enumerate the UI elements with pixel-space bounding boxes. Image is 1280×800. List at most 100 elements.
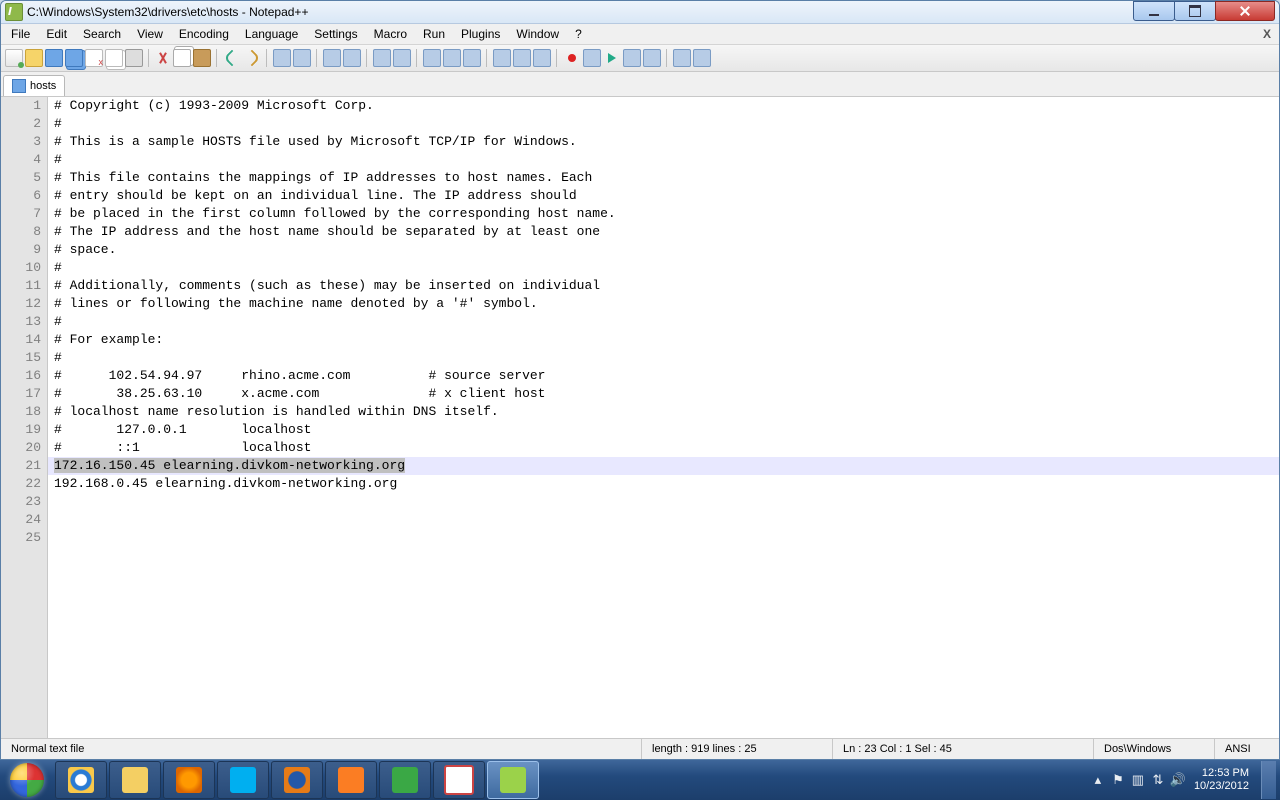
menu-run[interactable]: Run (415, 25, 453, 43)
save-button[interactable] (45, 49, 63, 67)
statusbar: Normal text file length : 919 lines : 25… (1, 738, 1279, 759)
action-center-icon[interactable]: ⚑ (1110, 772, 1126, 788)
notepadpp-icon (500, 767, 526, 793)
toolbar-sep (266, 49, 268, 67)
close-button[interactable] (1215, 1, 1275, 21)
ie-icon (68, 767, 94, 793)
cut-button[interactable] (155, 50, 171, 66)
status-position: Ln : 23 Col : 1 Sel : 45 (832, 739, 1093, 759)
titlebar[interactable]: C:\Windows\System32\drivers\etc\hosts - … (1, 1, 1279, 24)
status-encoding: ANSI (1214, 739, 1280, 759)
indent-guide-button[interactable] (463, 49, 481, 67)
sync-h-button[interactable] (393, 49, 411, 67)
taskbar-explorer[interactable] (109, 761, 161, 799)
toolbar-sep (148, 49, 150, 67)
taskbar-media[interactable] (163, 761, 215, 799)
notepadpp-window: C:\Windows\System32\drivers\etc\hosts - … (0, 0, 1280, 760)
maximize-button[interactable] (1174, 1, 1216, 21)
wordwrap-button[interactable] (423, 49, 441, 67)
toolbar-extra-button[interactable] (693, 49, 711, 67)
taskbar-firefox[interactable] (271, 761, 323, 799)
paint-icon (444, 765, 474, 795)
copy-button[interactable] (173, 49, 191, 67)
minimize-button[interactable] (1133, 1, 1175, 21)
find-button[interactable] (273, 49, 291, 67)
macro-multi-button[interactable] (623, 49, 641, 67)
menu-file[interactable]: File (3, 25, 38, 43)
menu-encoding[interactable]: Encoding (171, 25, 237, 43)
taskbar-clock[interactable]: 12:53 PM 10/23/2012 (1190, 767, 1257, 793)
toolbar-sep (316, 49, 318, 67)
tab-hosts[interactable]: hosts (3, 75, 65, 96)
file-icon (12, 79, 26, 93)
tab-bar: hosts (1, 72, 1279, 97)
status-filetype: Normal text file (1, 739, 641, 759)
code-area[interactable]: # Copyright (c) 1993-2009 Microsoft Corp… (48, 97, 1279, 738)
redo-button[interactable] (243, 49, 261, 67)
firefox-icon (284, 767, 310, 793)
open-file-button[interactable] (25, 49, 43, 67)
taskbar-skype[interactable] (217, 761, 269, 799)
zoom-out-button[interactable] (343, 49, 361, 67)
xampp-icon (338, 767, 364, 793)
toolbar-sep (366, 49, 368, 67)
show-all-chars-button[interactable] (443, 49, 461, 67)
menu-plugins[interactable]: Plugins (453, 25, 508, 43)
tray-expand-icon[interactable]: ▴ (1090, 772, 1106, 788)
zoom-in-button[interactable] (323, 49, 341, 67)
undo-button[interactable] (223, 49, 241, 67)
skype-icon (230, 767, 256, 793)
toolbar-sep (416, 49, 418, 67)
menu-help[interactable]: ? (567, 25, 590, 43)
user-lang-button[interactable] (493, 49, 511, 67)
network-icon[interactable]: ⇅ (1150, 772, 1166, 788)
macro-play-button[interactable] (603, 49, 621, 67)
power-icon[interactable]: ▥ (1130, 772, 1146, 788)
taskbar[interactable]: ▴ ⚑ ▥ ⇅ 🔊 12:53 PM 10/23/2012 (0, 760, 1280, 800)
volume-icon[interactable]: 🔊 (1170, 772, 1186, 788)
line-number-gutter: 1234567891011121314151617181920212223242… (1, 97, 48, 738)
macro-record-button[interactable] (563, 49, 581, 67)
start-button[interactable] (0, 760, 54, 800)
toolbar-sep (666, 49, 668, 67)
save-all-button[interactable] (65, 49, 83, 67)
menu-language[interactable]: Language (237, 25, 306, 43)
print-button[interactable] (125, 49, 143, 67)
idm-icon (392, 767, 418, 793)
taskbar-idm[interactable] (379, 761, 431, 799)
menu-search[interactable]: Search (75, 25, 129, 43)
func-list-button[interactable] (533, 49, 551, 67)
menubar-close-x[interactable]: X (1257, 27, 1277, 41)
toolbar (1, 45, 1279, 72)
replace-button[interactable] (293, 49, 311, 67)
taskbar-xampp[interactable] (325, 761, 377, 799)
window-title: C:\Windows\System32\drivers\etc\hosts - … (27, 5, 1134, 19)
menu-macro[interactable]: Macro (366, 25, 415, 43)
macro-stop-button[interactable] (583, 49, 601, 67)
menu-edit[interactable]: Edit (38, 25, 75, 43)
toolbar-sep (556, 49, 558, 67)
taskbar-notepadpp[interactable] (487, 761, 539, 799)
close-all-button[interactable] (105, 49, 123, 67)
menu-view[interactable]: View (129, 25, 171, 43)
system-tray[interactable]: ▴ ⚑ ▥ ⇅ 🔊 12:53 PM 10/23/2012 (1086, 761, 1280, 799)
folder-view-button[interactable] (513, 49, 531, 67)
menu-window[interactable]: Window (508, 25, 567, 43)
sync-v-button[interactable] (373, 49, 391, 67)
status-length: length : 919 lines : 25 (641, 739, 832, 759)
editor[interactable]: 1234567891011121314151617181920212223242… (1, 97, 1279, 738)
close-file-button[interactable] (85, 49, 103, 67)
macro-save-button[interactable] (643, 49, 661, 67)
menu-settings[interactable]: Settings (306, 25, 365, 43)
app-icon (5, 3, 23, 21)
toolbar-sep (216, 49, 218, 67)
new-file-button[interactable] (5, 49, 23, 67)
tab-label: hosts (30, 80, 56, 92)
windows-orb-icon (10, 763, 44, 797)
spellcheck-button[interactable] (673, 49, 691, 67)
taskbar-paint[interactable] (433, 761, 485, 799)
media-player-icon (176, 767, 202, 793)
paste-button[interactable] (193, 49, 211, 67)
taskbar-ie[interactable] (55, 761, 107, 799)
show-desktop-button[interactable] (1261, 761, 1276, 799)
